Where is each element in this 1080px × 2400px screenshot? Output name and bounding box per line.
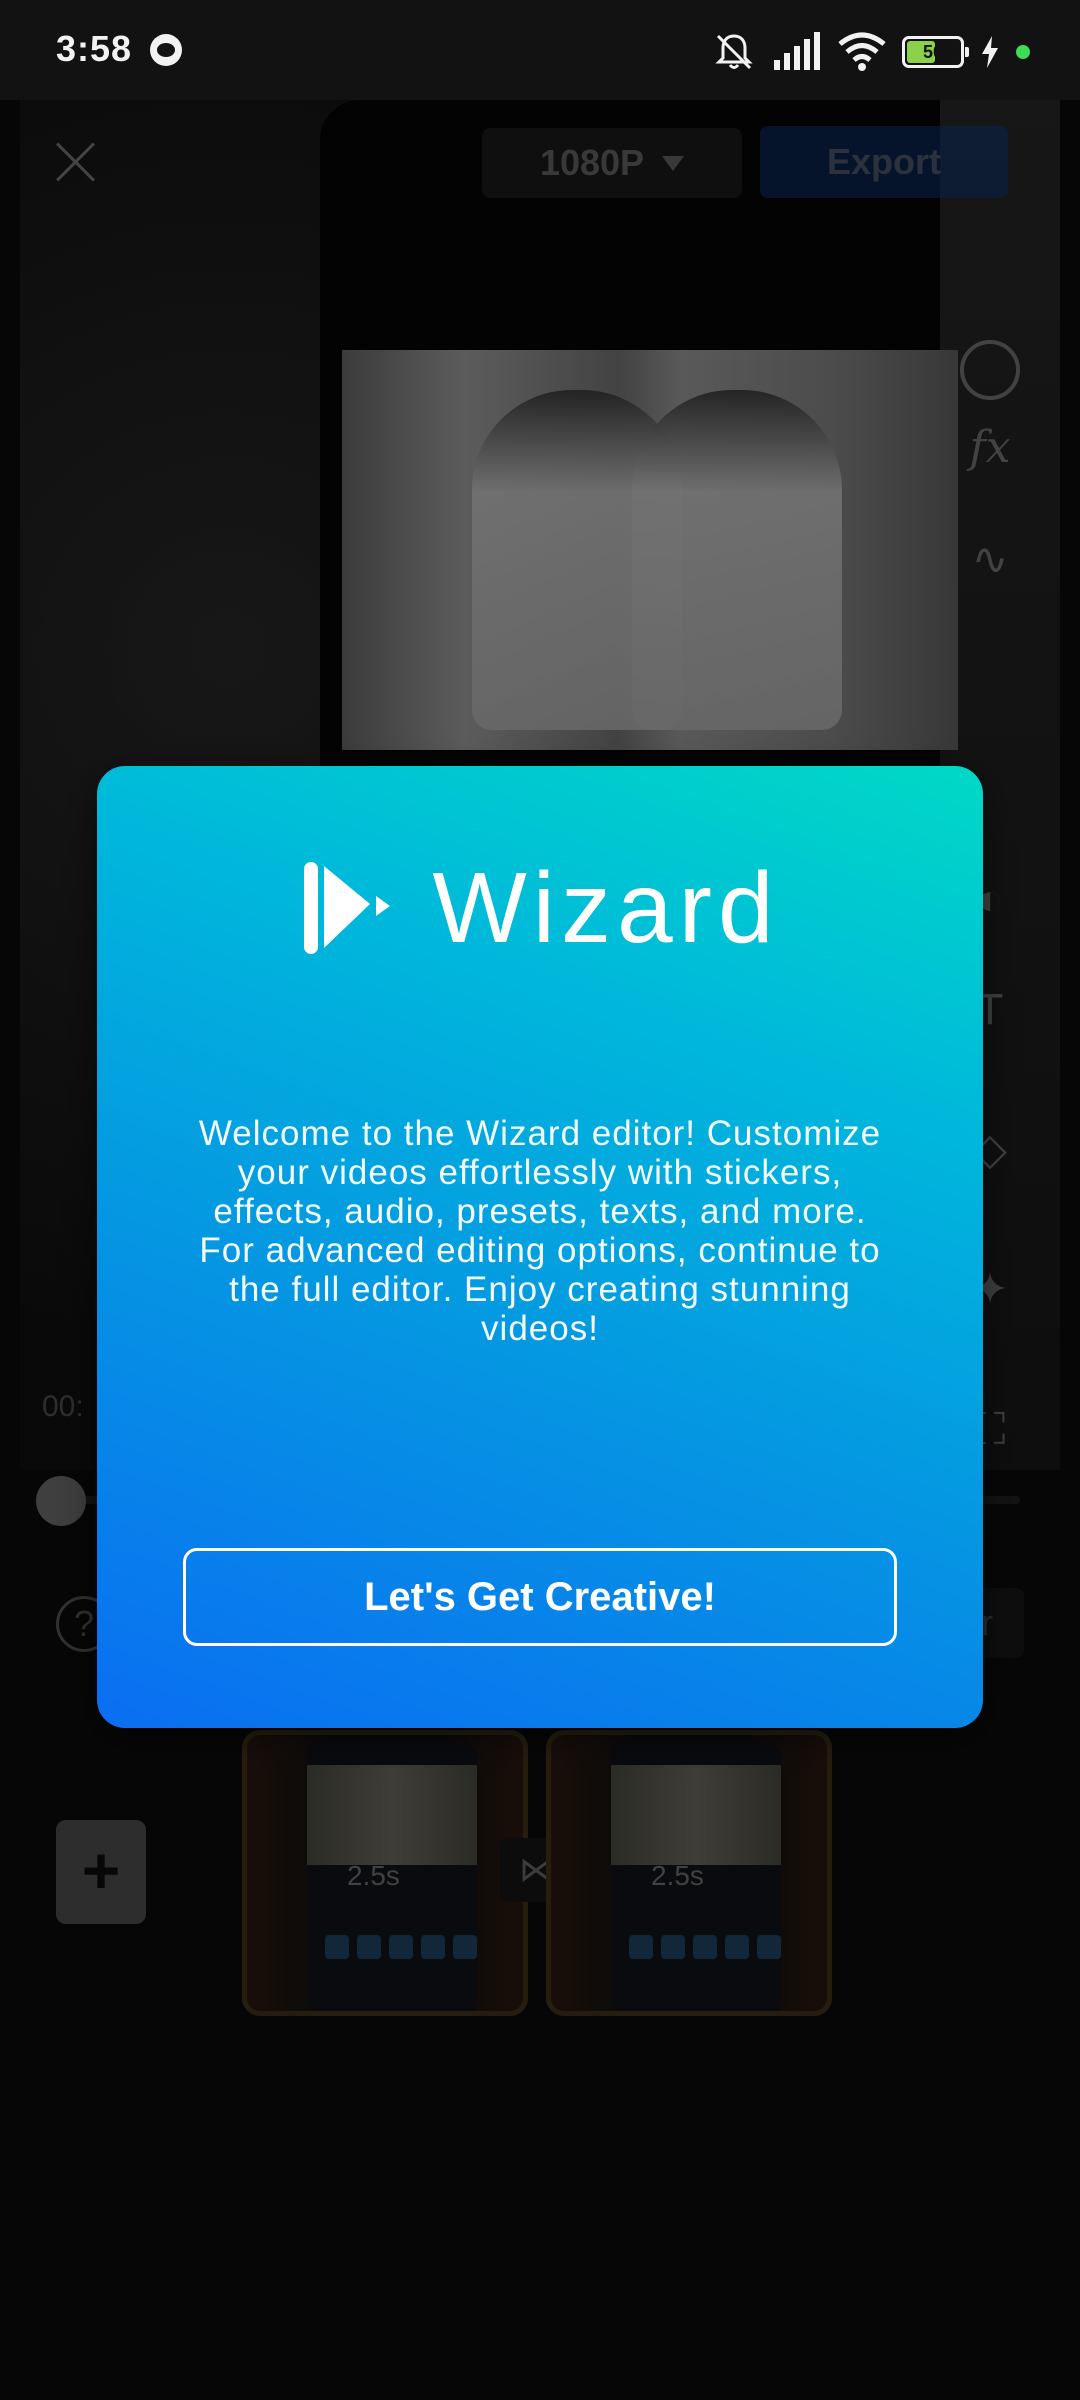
brand-name: Wizard xyxy=(432,852,780,964)
wifi-icon xyxy=(838,32,886,71)
signal-icon xyxy=(774,32,820,70)
get-creative-button[interactable]: Let's Get Creative! xyxy=(183,1548,897,1646)
battery-level: 50 xyxy=(922,41,944,62)
wizard-logo-icon xyxy=(304,862,391,954)
notification-face-icon xyxy=(150,34,182,66)
privacy-dot xyxy=(1016,45,1030,59)
wizard-welcome-dialog: Wizard Welcome to the Wizard editor! Cus… xyxy=(97,766,983,1728)
charging-bolt-icon xyxy=(982,36,998,68)
status-time: 3:58 xyxy=(56,28,133,69)
wizard-brand: Wizard xyxy=(97,858,983,958)
battery-icon: 50 xyxy=(902,36,969,68)
status-bar: 3:58 50 xyxy=(0,0,1080,100)
mute-bell-icon xyxy=(715,34,753,70)
welcome-message: Welcome to the Wizard editor! Customize … xyxy=(198,1114,882,1348)
status-indicators: 50 xyxy=(712,30,1030,74)
